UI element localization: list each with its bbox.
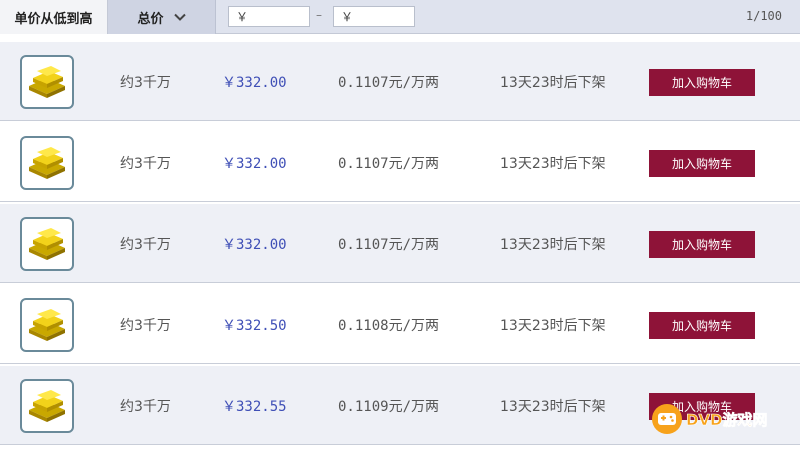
listing-unit-price: 0.1107元/万两: [338, 75, 440, 91]
listing-unit-price: 0.1107元/万两: [338, 156, 440, 172]
listing-price: ￥332.00: [222, 75, 287, 91]
listing-amount: 约3千万: [120, 318, 171, 334]
add-to-cart-button[interactable]: 加入购物车: [649, 231, 755, 258]
listing-unit-price: 0.1108元/万两: [338, 318, 440, 334]
listing-row: 约3千万 ￥332.00 0.1107元/万两 13天23时后下架 加入购物车: [0, 42, 800, 121]
listing-time-remaining: 13天23时后下架: [500, 75, 606, 91]
sort-toolbar: 单价从低到高 总价 – 1/100: [0, 0, 800, 34]
listing-amount: 约3千万: [120, 237, 171, 253]
add-to-cart-button[interactable]: 加入购物车: [649, 69, 755, 96]
sort-unit-price-asc-tab[interactable]: 单价从低到高: [0, 0, 108, 34]
listing-row: 约3千万 ￥332.00 0.1107元/万两 13天23时后下架 加入购物车: [0, 123, 800, 202]
gold-bars-icon: [20, 217, 74, 271]
add-to-cart-button[interactable]: 加入购物车: [649, 312, 755, 339]
listing-price: ￥332.50: [222, 318, 287, 334]
listing-amount: 约3千万: [120, 75, 171, 91]
listing-amount: 约3千万: [120, 156, 171, 172]
sort-total-price-tab[interactable]: 总价: [108, 0, 216, 34]
listing-unit-price: 0.1107元/万两: [338, 237, 440, 253]
gold-bars-icon: [20, 55, 74, 109]
site-watermark-logo: DVD游戏网: [652, 404, 768, 434]
listing-price: ￥332.55: [222, 399, 287, 415]
page-indicator: 1/100: [745, 9, 782, 23]
listing-price: ￥332.00: [222, 156, 287, 172]
range-separator: –: [316, 8, 322, 22]
listing-time-remaining: 13天23时后下架: [500, 318, 606, 334]
add-to-cart-button[interactable]: 加入购物车: [649, 150, 755, 177]
gold-bars-icon: [20, 298, 74, 352]
listing-time-remaining: 13天23时后下架: [500, 399, 606, 415]
chevron-down-icon: [173, 13, 186, 21]
listing-row: 约3千万 ￥332.00 0.1107元/万两 13天23时后下架 加入购物车: [0, 204, 800, 283]
listing-time-remaining: 13天23时后下架: [500, 156, 606, 172]
listing-unit-price: 0.1109元/万两: [338, 399, 440, 415]
listing-time-remaining: 13天23时后下架: [500, 237, 606, 253]
gold-bars-icon: [20, 136, 74, 190]
sort-unit-price-label: 单价从低到高: [14, 11, 93, 27]
gold-bars-icon: [20, 379, 74, 433]
max-price-input[interactable]: [333, 6, 415, 27]
min-price-input[interactable]: [228, 6, 310, 27]
listing-row: 约3千万 ￥332.50 0.1108元/万两 13天23时后下架 加入购物车: [0, 285, 800, 364]
svg-text:DVD游戏网: DVD游戏网: [686, 411, 768, 429]
sort-total-price-label: 总价: [137, 11, 164, 27]
listing-price: ￥332.00: [222, 237, 287, 253]
listing-amount: 约3千万: [120, 399, 171, 415]
